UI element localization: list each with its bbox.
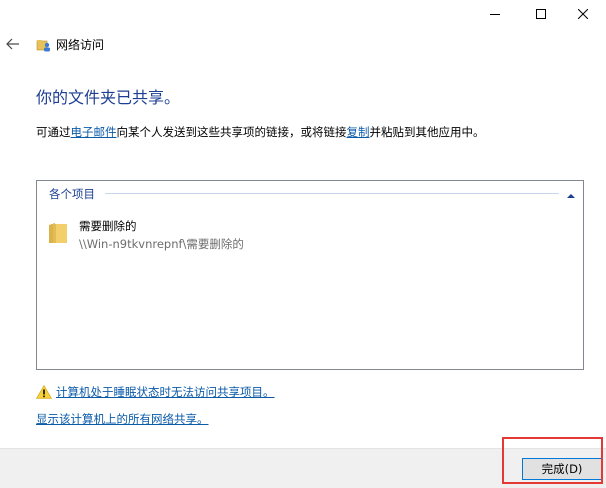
- shared-items-list[interactable]: 各个项目 需要删除的 \\Win-n9tkvnrepnf\需要删除的: [36, 180, 584, 370]
- maximize-icon: [536, 9, 546, 19]
- back-button[interactable]: [4, 35, 22, 53]
- copy-link[interactable]: 复制: [347, 125, 370, 139]
- group-divider: [105, 193, 559, 194]
- minimize-icon: [490, 14, 500, 15]
- folder-icon: [47, 221, 69, 245]
- network-share-icon: [36, 37, 52, 53]
- close-icon: [578, 9, 588, 19]
- item-name: 需要删除的: [79, 219, 137, 233]
- item-path: \\Win-n9tkvnrepnf\需要删除的: [79, 237, 244, 251]
- show-all-shares-link[interactable]: 显示该计算机上的所有网络共享。: [36, 411, 209, 427]
- back-arrow-icon: [6, 38, 19, 50]
- window-title: 网络访问: [56, 38, 105, 52]
- warning-icon: [35, 384, 53, 399]
- desc-text-3: 并粘贴到其他应用中。: [369, 125, 485, 139]
- share-description: 可通过电子邮件向某个人发送到这些共享项的链接，或将链接复制并粘贴到其他应用中。: [36, 124, 485, 140]
- desc-text-1: 可通过: [36, 125, 71, 139]
- maximize-button[interactable]: [518, 0, 564, 28]
- chevron-up-icon[interactable]: [565, 187, 577, 199]
- highlight-box: [502, 437, 603, 484]
- group-header: 各个项目: [49, 186, 99, 202]
- desc-text-2: 向某个人发送到这些共享项的链接，或将链接: [116, 125, 347, 139]
- minimize-button[interactable]: [472, 0, 518, 28]
- sleep-warning-link[interactable]: 计算机处于睡眠状态时无法访问共享项目。: [56, 384, 275, 400]
- close-button[interactable]: [560, 0, 606, 28]
- page-title: 你的文件夹已共享。: [36, 88, 181, 107]
- email-link[interactable]: 电子邮件: [71, 125, 117, 139]
